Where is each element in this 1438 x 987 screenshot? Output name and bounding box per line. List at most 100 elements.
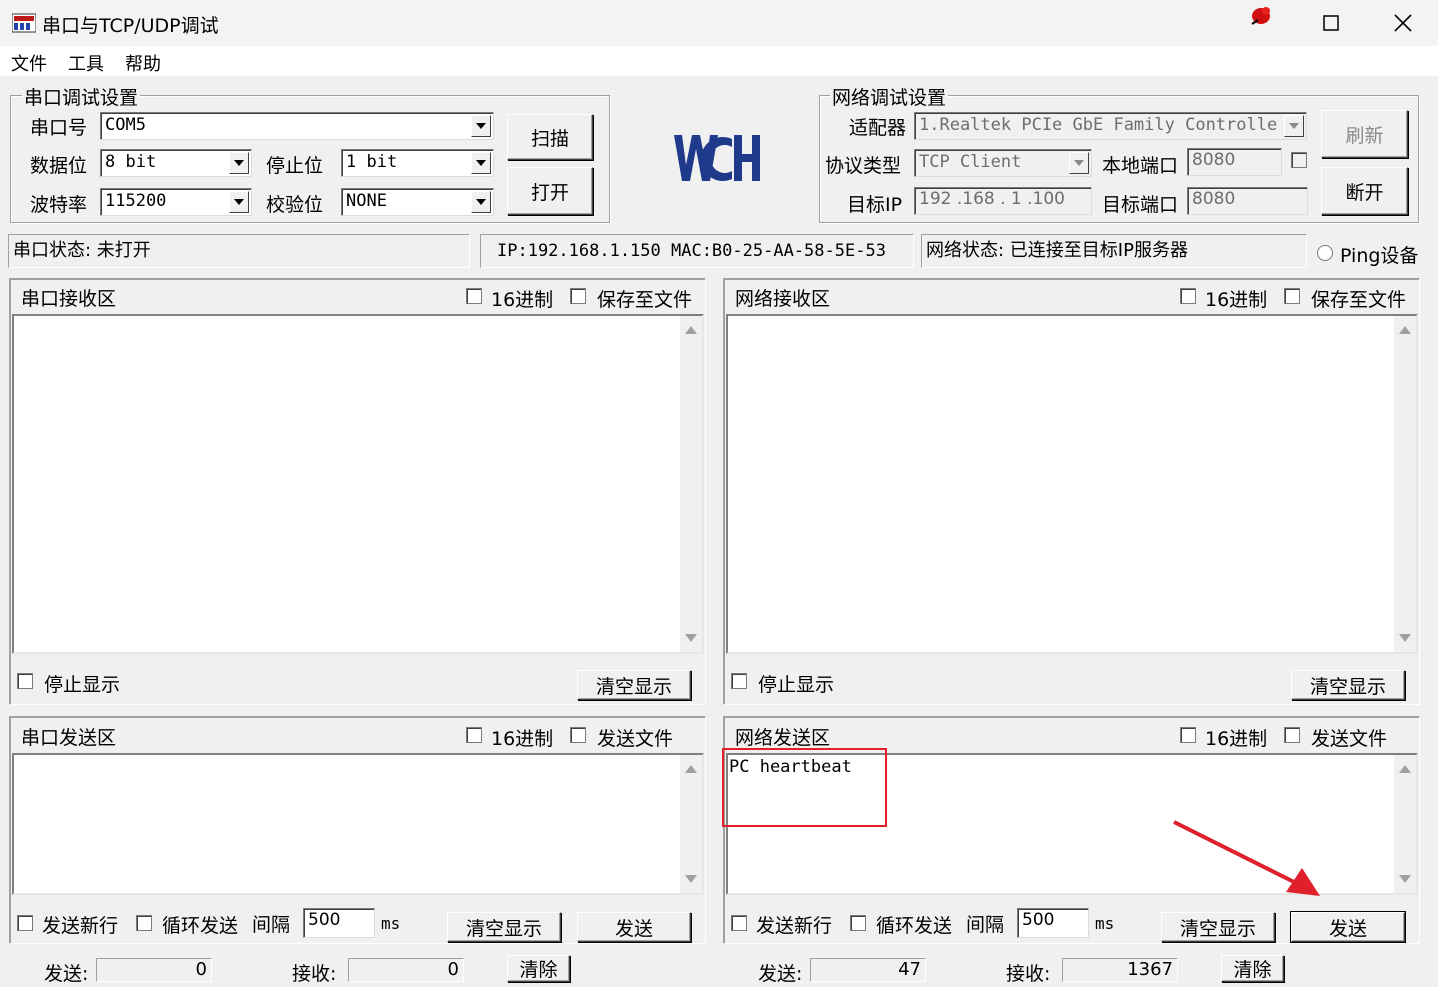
- net-tx-loop-checkbox[interactable]: [850, 915, 866, 931]
- chevron-down-icon[interactable]: [229, 152, 249, 174]
- serial-rx-clear-button[interactable]: 清空显示: [577, 670, 691, 700]
- app-icon: [11, 12, 37, 34]
- serial-tx-file-checkbox[interactable]: [570, 727, 586, 743]
- stopbits-value: 1 bit: [346, 152, 398, 172]
- scrollbar[interactable]: [1394, 755, 1416, 893]
- net-tx-hex-checkbox[interactable]: [1180, 727, 1196, 743]
- scroll-up-icon[interactable]: [685, 326, 697, 334]
- serial-tx-loop-checkbox[interactable]: [136, 915, 152, 931]
- target-port-field[interactable]: 8080: [1187, 187, 1308, 215]
- net-rx-title: 网络接收区: [735, 288, 831, 310]
- serial-counter-clear-button[interactable]: 清除: [507, 955, 570, 982]
- net-tx-newline-checkbox[interactable]: [731, 915, 747, 931]
- serial-recv-count-label: 接收:: [292, 963, 337, 985]
- local-port-checkbox[interactable]: [1291, 152, 1307, 168]
- stopbits-label: 停止位: [266, 155, 324, 177]
- net-rx-clear-button[interactable]: 清空显示: [1291, 670, 1405, 700]
- network-status: 网络状态: 已连接至目标IP服务器: [921, 234, 1307, 268]
- serial-rx-stop-checkbox[interactable]: [17, 673, 33, 689]
- scroll-up-icon[interactable]: [685, 765, 697, 773]
- bug-icon[interactable]: [1248, 4, 1274, 30]
- adapter-value: 1.Realtek PCIe GbE Family Controlle: [919, 115, 1278, 135]
- maximize-button[interactable]: [1296, 0, 1366, 46]
- menu-help[interactable]: 帮助: [125, 50, 161, 76]
- serial-rx-textarea[interactable]: [12, 314, 704, 654]
- menu-file[interactable]: 文件: [11, 50, 47, 76]
- chevron-down-icon[interactable]: [471, 152, 491, 174]
- net-counter-clear-button[interactable]: 清除: [1221, 955, 1284, 982]
- net-send-count-label: 发送:: [758, 963, 803, 985]
- serial-tx-newline-checkbox[interactable]: [17, 915, 33, 931]
- scroll-down-icon[interactable]: [1399, 634, 1411, 642]
- scroll-down-icon[interactable]: [685, 634, 697, 642]
- scrollbar[interactable]: [680, 316, 702, 652]
- adapter-select[interactable]: 1.Realtek PCIe GbE Family Controlle: [914, 112, 1307, 140]
- protocol-select[interactable]: TCP Client: [914, 149, 1092, 177]
- serial-settings-title: 串口调试设置: [22, 83, 141, 110]
- serial-rx-stop-label: 停止显示: [44, 674, 121, 696]
- serial-tx-content: [14, 755, 702, 759]
- refresh-button[interactable]: 刷新: [1321, 110, 1408, 158]
- stopbits-select[interactable]: 1 bit: [341, 149, 494, 177]
- net-tx-clear-button[interactable]: 清空显示: [1161, 912, 1275, 942]
- parity-select[interactable]: NONE: [341, 188, 494, 216]
- chevron-down-icon[interactable]: [1284, 115, 1304, 137]
- serial-tx-loop-label: 循环发送: [162, 915, 239, 937]
- parity-value: NONE: [346, 191, 387, 211]
- ip-mac-status: IP:192.168.1.150 MAC:B0-25-AA-58-5E-53: [480, 234, 914, 268]
- net-rx-save-label: 保存至文件: [1311, 289, 1407, 311]
- net-rx-hex-checkbox[interactable]: [1180, 288, 1196, 304]
- net-tx-interval-field[interactable]: 500: [1017, 908, 1089, 938]
- net-tx-file-checkbox[interactable]: [1284, 727, 1300, 743]
- scroll-up-icon[interactable]: [1399, 326, 1411, 334]
- serial-tx-interval-label: 间隔: [252, 914, 291, 936]
- serial-tx-file-label: 发送文件: [597, 728, 674, 750]
- serial-rx-title: 串口接收区: [21, 288, 117, 310]
- net-rx-save-checkbox[interactable]: [1284, 288, 1300, 304]
- baud-select[interactable]: 115200: [100, 188, 252, 216]
- close-button[interactable]: [1368, 0, 1438, 46]
- port-value: COM5: [105, 115, 146, 135]
- scroll-up-icon[interactable]: [1399, 765, 1411, 773]
- serial-rx-hex-checkbox[interactable]: [466, 288, 482, 304]
- serial-tx-hex-label: 16进制: [491, 728, 554, 750]
- scroll-down-icon[interactable]: [1399, 875, 1411, 883]
- serial-tx-textarea[interactable]: [12, 753, 704, 895]
- network-settings-title: 网络调试设置: [830, 83, 949, 110]
- net-tx-interval-label: 间隔: [966, 914, 1005, 936]
- disconnect-button[interactable]: 断开: [1321, 167, 1408, 215]
- databits-value: 8 bit: [105, 152, 157, 172]
- serial-tx-clear-button[interactable]: 清空显示: [447, 912, 561, 942]
- local-port-label: 本地端口: [1102, 155, 1179, 177]
- scan-button[interactable]: 扫描: [507, 114, 593, 160]
- port-select[interactable]: COM5: [100, 112, 494, 140]
- serial-tx-unit: ms: [381, 914, 401, 933]
- open-button[interactable]: 打开: [507, 167, 593, 215]
- protocol-value: TCP Client: [919, 152, 1022, 172]
- menu-tools[interactable]: 工具: [68, 50, 104, 76]
- net-tx-hex-label: 16进制: [1205, 728, 1268, 750]
- serial-tx-interval-field[interactable]: 500: [303, 908, 375, 938]
- net-rx-stop-checkbox[interactable]: [731, 673, 747, 689]
- ping-radio[interactable]: [1317, 245, 1333, 261]
- baud-value: 115200: [105, 191, 167, 211]
- net-tx-loop-label: 循环发送: [876, 915, 953, 937]
- local-port-field[interactable]: 8080: [1187, 148, 1282, 176]
- databits-select[interactable]: 8 bit: [100, 149, 252, 177]
- ping-label: Ping设备: [1340, 245, 1419, 267]
- net-send-button[interactable]: 发送: [1290, 911, 1406, 943]
- chevron-down-icon[interactable]: [229, 191, 249, 213]
- net-rx-textarea[interactable]: [726, 314, 1418, 654]
- chevron-down-icon[interactable]: [471, 115, 491, 137]
- scrollbar[interactable]: [680, 755, 702, 893]
- net-recv-count: 1367: [1062, 958, 1178, 982]
- serial-send-button[interactable]: 发送: [577, 912, 691, 942]
- scroll-down-icon[interactable]: [685, 875, 697, 883]
- serial-rx-save-checkbox[interactable]: [570, 288, 586, 304]
- chevron-down-icon[interactable]: [1069, 152, 1089, 174]
- target-ip-label: 目标IP: [847, 194, 903, 216]
- scrollbar[interactable]: [1394, 316, 1416, 652]
- chevron-down-icon[interactable]: [471, 191, 491, 213]
- serial-tx-hex-checkbox[interactable]: [466, 727, 482, 743]
- target-ip-field[interactable]: 192 .168 . 1 .100: [914, 187, 1092, 215]
